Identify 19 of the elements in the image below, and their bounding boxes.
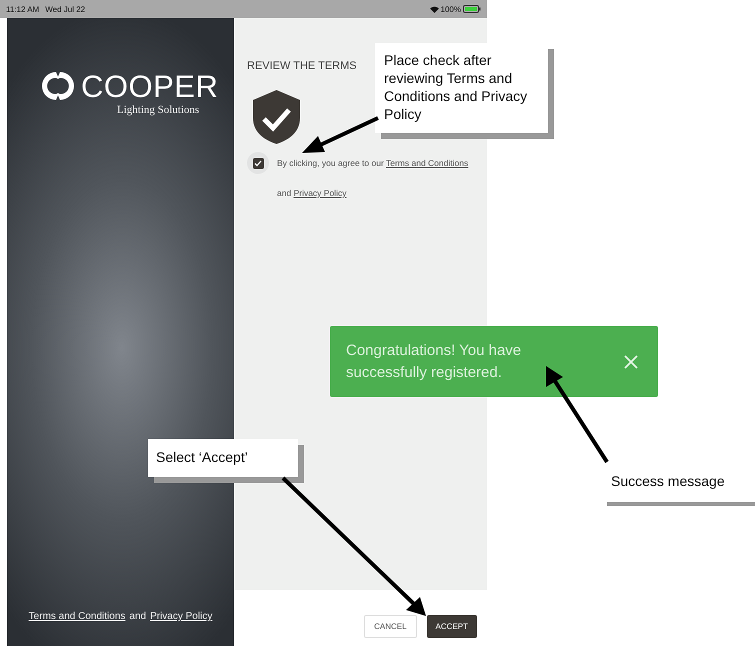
link-joiner: and [129,611,146,622]
agreement-text: By clicking, you agree to our Terms and Conditions and Privacy Policy [277,157,470,200]
terms-link[interactable]: Terms and Conditions [28,611,126,622]
privacy-link[interactable]: Privacy Policy [294,188,346,198]
terms-link[interactable]: Terms and Conditions [386,158,468,168]
agree-checkbox[interactable] [252,158,264,168]
privacy-link[interactable]: Privacy Policy [150,611,212,622]
accept-button[interactable]: ACCEPT [426,614,477,638]
shield-check-icon [253,90,300,144]
battery-icon [463,5,481,13]
wifi-icon [430,6,439,12]
annotation-callout: Select ‘Accept’ [148,439,298,477]
brand-name: COOPER [81,70,218,102]
brand-tagline: Lighting Solutions [117,104,200,116]
toast-message: Congratulations! You have successfully registered. [346,340,522,382]
battery-percent: 100% [440,4,461,14]
cancel-button[interactable]: CANCEL [364,614,417,638]
status-time: 11:12 AM [6,4,40,14]
status-date: Wed Jul 22 [45,4,86,14]
